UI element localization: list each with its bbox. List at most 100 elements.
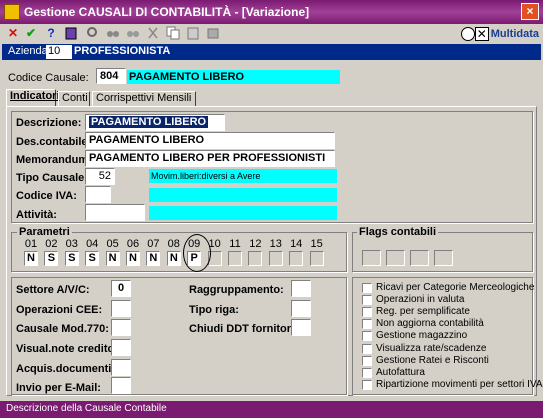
mod770-label: Causale Mod.770: — [16, 323, 109, 335]
visual-label: Visual.note credito: — [16, 343, 118, 355]
tab-corrispettivi[interactable]: Corrispettivi Mensili — [92, 91, 196, 106]
flags-title: Flags contabili — [357, 226, 439, 238]
cut-icon[interactable] — [146, 26, 160, 40]
avc-input[interactable]: 0 — [111, 280, 131, 297]
azienda-bar: Azienda: 10 PROFESSIONISTA — [2, 44, 541, 60]
ddt-input[interactable] — [291, 319, 311, 336]
azienda-name: PROFESSIONISTA — [74, 45, 171, 57]
paste-icon[interactable] — [186, 26, 200, 40]
iva-input[interactable] — [85, 186, 111, 203]
checkbox-label: Visualizza rate/scadenze — [376, 342, 487, 354]
param-cell[interactable]: N — [105, 251, 120, 266]
param-number: 15 — [310, 238, 323, 250]
param-number: 02 — [45, 238, 58, 250]
attivita-desc — [149, 206, 337, 220]
param-cell[interactable]: S — [85, 251, 100, 266]
param-cell[interactable]: S — [64, 251, 79, 266]
help-icon[interactable]: ? — [44, 26, 58, 40]
window-title: Gestione CAUSALI DI CONTABILITÀ - [Varia… — [24, 5, 310, 19]
status-text: Descrizione della Causale Contabile — [6, 403, 167, 414]
flag-cell-4[interactable] — [434, 250, 453, 266]
checkbox[interactable] — [362, 319, 372, 330]
checkbox[interactable] — [362, 295, 372, 306]
main-window: Gestione CAUSALI DI CONTABILITÀ - [Varia… — [0, 0, 543, 418]
tipo-input[interactable]: 52 — [85, 168, 115, 185]
checkbox-label: Gestione magazzino — [376, 330, 468, 342]
binoculars-icon[interactable] — [106, 26, 120, 40]
checkbox[interactable] — [362, 367, 372, 378]
cee-label: Operazioni CEE: — [16, 304, 103, 316]
checkbox[interactable] — [362, 355, 372, 366]
raggr-input[interactable] — [291, 280, 311, 297]
checkbox[interactable] — [362, 307, 372, 318]
memorandum-input[interactable]: PAGAMENTO LIBERO PER PROFESSIONISTI — [85, 150, 335, 167]
iva-desc — [149, 188, 337, 202]
checkbox[interactable] — [362, 283, 372, 293]
param-cell[interactable] — [289, 251, 304, 266]
param-cell[interactable] — [248, 251, 263, 266]
visual-input[interactable] — [111, 339, 131, 356]
title-bar: Gestione CAUSALI DI CONTABILITÀ - [Varia… — [0, 0, 543, 24]
param-number: 03 — [65, 238, 78, 250]
checkbox-label: Non aggiorna contabilità — [376, 318, 484, 330]
cee-input[interactable] — [111, 300, 131, 317]
brand-logo: ✕ Multidata — [460, 26, 539, 42]
tiporiga-label: Tipo riga: — [189, 304, 239, 316]
app-icon — [4, 4, 20, 20]
acquis-input[interactable] — [111, 359, 131, 376]
descrizione-label: Descrizione: — [16, 117, 82, 129]
descontabile-label: Des.contabile: — [16, 136, 92, 148]
mod770-input[interactable] — [111, 319, 131, 336]
flag-cell-2[interactable] — [386, 250, 405, 266]
checkbox[interactable] — [362, 331, 372, 342]
cancel-icon[interactable]: ✕ — [6, 26, 20, 40]
find-next-icon[interactable] — [126, 26, 140, 40]
book-icon[interactable] — [64, 26, 78, 40]
checkbox-label: Operazioni in valuta — [376, 294, 465, 306]
delete-icon[interactable] — [206, 26, 220, 40]
checkbox-label: Reg. per semplificate — [376, 306, 470, 318]
param-number: 12 — [249, 238, 262, 250]
close-button[interactable]: × — [521, 3, 539, 20]
tab-indicatori[interactable]: Indicatori — [6, 89, 60, 107]
memorandum-label: Memorandum: — [16, 154, 92, 166]
checkbox[interactable] — [362, 343, 372, 354]
param-number: 13 — [269, 238, 282, 250]
param-cell[interactable]: N — [24, 251, 38, 266]
param-cell[interactable] — [268, 251, 283, 266]
param-cell[interactable] — [309, 251, 324, 266]
param-cell[interactable]: N — [146, 251, 161, 266]
param-number: 05 — [106, 238, 119, 250]
cross-box-icon: ✕ — [474, 27, 489, 41]
param-number: 04 — [86, 238, 99, 250]
tab-conti[interactable]: Conti — [58, 91, 90, 106]
descrizione-input[interactable]: PAGAMENTO LIBERO — [85, 114, 225, 131]
tiporiga-input[interactable] — [291, 300, 311, 317]
flag-cell-3[interactable] — [410, 250, 429, 266]
checkbox[interactable] — [362, 379, 372, 390]
param-cell[interactable]: N — [126, 251, 140, 266]
search-icon[interactable] — [86, 26, 100, 40]
flag-cell-1[interactable] — [362, 250, 381, 266]
descontabile-input[interactable]: PAGAMENTO LIBERO — [85, 132, 335, 149]
param-cell[interactable] — [228, 251, 242, 266]
azienda-code: 10 — [46, 45, 72, 59]
copy-icon[interactable] — [166, 26, 180, 40]
acquis-label: Acquis.documenti: — [16, 363, 116, 375]
checkbox-label: Autofattura — [376, 366, 425, 378]
param-number: 01 — [24, 238, 38, 250]
tipo-label: Tipo Causale: — [16, 172, 88, 184]
attivita-input[interactable] — [85, 204, 145, 221]
email-input[interactable] — [111, 377, 131, 394]
param-number: 08 — [167, 238, 180, 250]
circle-icon — [460, 27, 475, 41]
param-cell[interactable]: N — [166, 251, 181, 266]
highlight-circle — [183, 234, 211, 272]
checkbox-label: Ripartizione movimenti per settori IVA — [376, 378, 543, 390]
azienda-label: Azienda: — [8, 45, 51, 57]
confirm-icon[interactable]: ✔ — [24, 26, 38, 40]
codice-input[interactable]: 804 — [96, 68, 126, 84]
status-bar: Descrizione della Causale Contabile — [0, 401, 543, 418]
param-cell[interactable]: S — [44, 251, 59, 266]
checkbox-label: Gestione Ratei e Risconti — [376, 354, 489, 366]
